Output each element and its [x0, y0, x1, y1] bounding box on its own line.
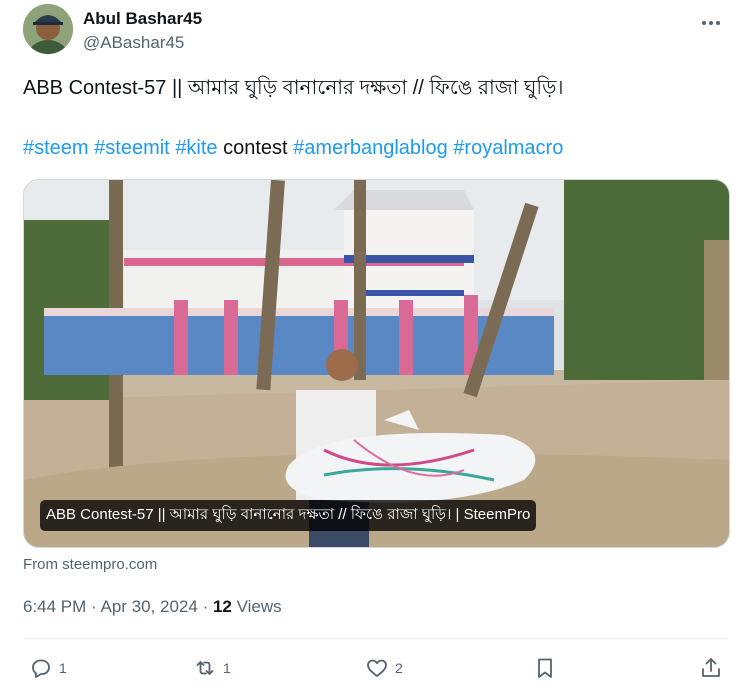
- tweet-text: ABB Contest-57 || আমার ঘুড়ি বানানোর দক্…: [23, 76, 713, 160]
- media-caption: ABB Contest-57 || আমার ঘুড়ি বানানোর দক্…: [40, 500, 537, 531]
- reply-icon: [32, 659, 50, 678]
- retweet-button[interactable]: 1: [193, 650, 231, 686]
- retweet-icon: [196, 661, 214, 675]
- share-button[interactable]: [699, 650, 723, 686]
- hashtag-royalmacro[interactable]: #royalmacro: [453, 137, 563, 159]
- meta-separator: ·: [197, 597, 213, 616]
- tweet-title-line: ABB Contest-57 || আমার ঘুড়ি বানানোর দক্…: [23, 77, 564, 99]
- retweet-count: 1: [223, 660, 231, 676]
- reply-button[interactable]: 1: [29, 650, 67, 686]
- meta-separator: ·: [86, 597, 101, 616]
- source-link[interactable]: From steempro.com: [23, 556, 157, 573]
- more-icon: [702, 21, 720, 25]
- action-bar: 1 1 2: [23, 650, 728, 686]
- hashtag-kite[interactable]: #kite: [175, 137, 217, 159]
- tweet-date[interactable]: Apr 30, 2024: [100, 597, 197, 616]
- tweet-hashtags-line: #steem #steemit #kite contest #amerbangl…: [23, 136, 713, 160]
- author-handle[interactable]: @ABashar45: [83, 33, 184, 53]
- author-name[interactable]: Abul Bashar45: [83, 9, 202, 29]
- bookmark-button[interactable]: [533, 650, 557, 686]
- more-button[interactable]: [694, 10, 728, 36]
- like-button[interactable]: 2: [365, 650, 403, 686]
- avatar[interactable]: [23, 4, 73, 54]
- hashtag-steem[interactable]: #steem: [23, 137, 89, 159]
- hashtag-amerbanglablog[interactable]: #amerbanglablog: [293, 137, 448, 159]
- bookmark-icon: [538, 658, 552, 678]
- like-count: 2: [395, 660, 403, 676]
- views-count: 12: [212, 597, 232, 616]
- views-label: Views: [231, 597, 282, 616]
- hashtag-steemit[interactable]: #steemit: [94, 137, 170, 159]
- like-icon: [367, 659, 387, 677]
- share-icon: [702, 658, 720, 677]
- tweet-header: Abul Bashar45 @ABashar45: [23, 4, 728, 54]
- tweet-meta: 6:44 PM · Apr 30, 2024 · 12 Views: [23, 597, 282, 617]
- reply-count: 1: [59, 660, 67, 676]
- plain-word: contest: [223, 137, 288, 159]
- media-image[interactable]: ABB Contest-57 || আমার ঘুড়ি বানানোর দক্…: [23, 179, 730, 548]
- divider: [23, 638, 728, 639]
- tweet-time[interactable]: 6:44 PM: [23, 597, 86, 616]
